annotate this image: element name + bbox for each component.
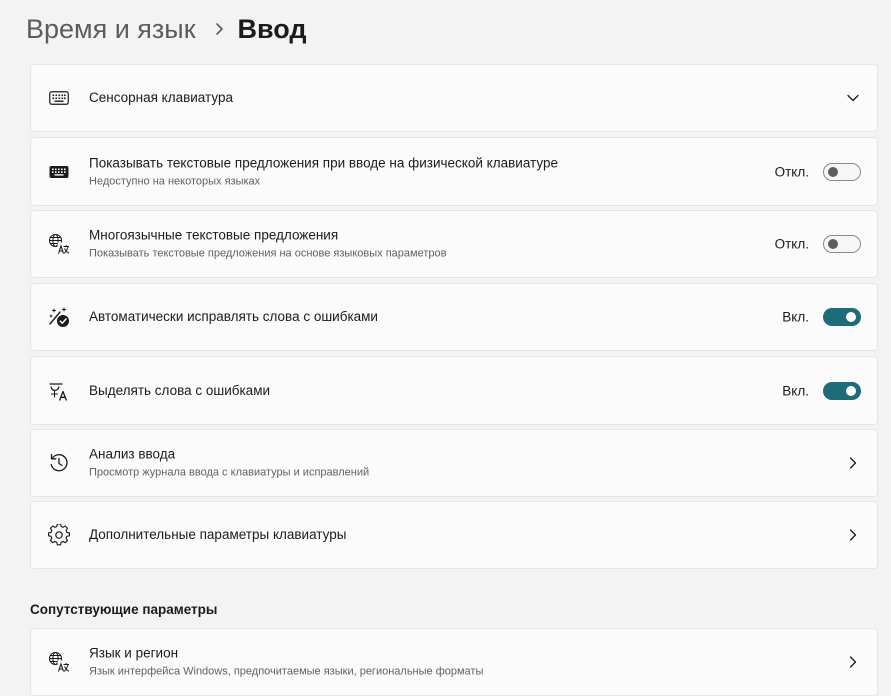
chevron-right-icon [214, 22, 224, 36]
highlight-misspelled-row: Выделять слова с ошибками Вкл. [30, 356, 878, 425]
row-subtitle: Язык интерфейса Windows, предпочитаемые … [89, 665, 484, 678]
row-title: Многоязычные текстовые предложения [89, 227, 339, 243]
spelling-highlight-icon [48, 380, 70, 402]
section-title: Сопутствующие параметры [30, 602, 218, 617]
breadcrumb-parent-link[interactable]: Время и язык [26, 14, 196, 45]
breadcrumb: Время и язык Ввод [26, 11, 307, 47]
row-subtitle: Просмотр журнала ввода с клавиатуры и ис… [89, 466, 370, 479]
text-suggestions-toggle[interactable] [823, 162, 861, 181]
multilingual-suggestions-row: Многоязычные текстовые предложения Показ… [30, 210, 878, 278]
touch-keyboard-row[interactable]: Сенсорная клавиатура [30, 64, 878, 132]
toggle-knob [828, 166, 838, 177]
toggle-state-label: Вкл. [782, 383, 809, 398]
toggle-state-label: Откл. [774, 236, 809, 252]
chevron-right-icon [847, 457, 859, 469]
autocorrect-toggle[interactable] [823, 308, 861, 326]
history-icon [48, 452, 70, 474]
row-subtitle: Недоступно на некоторых языках [89, 175, 261, 187]
chevron-right-icon [847, 656, 859, 668]
autocorrect-row: Автоматически исправлять слова с ошибкам… [30, 283, 878, 351]
language-icon [48, 233, 70, 255]
toggle-state-label: Вкл. [782, 309, 809, 325]
row-title: Язык и регион [89, 645, 179, 661]
language-icon [48, 651, 70, 673]
row-title: Показывать текстовые предложения при вво… [89, 155, 558, 170]
toggle-knob [846, 385, 856, 396]
row-title: Выделять слова с ошибками [89, 382, 271, 398]
row-title: Дополнительные параметры клавиатуры [89, 527, 347, 542]
gear-icon [48, 524, 70, 546]
keyboard-icon [48, 161, 70, 183]
row-subtitle: Показывать текстовые предложения на осно… [89, 247, 447, 260]
row-title: Автоматически исправлять слова с ошибкам… [89, 309, 378, 324]
toggle-knob [828, 239, 838, 249]
toggle-state-label: Откл. [774, 164, 809, 179]
chevron-right-icon [847, 529, 859, 541]
advanced-keyboard-settings-row[interactable]: Дополнительные параметры клавиатуры [30, 501, 878, 569]
language-region-row[interactable]: Язык и регион Язык интерфейса Windows, п… [30, 628, 878, 696]
text-suggestions-row: Показывать текстовые предложения при вво… [30, 137, 878, 206]
page-title: Ввод [237, 13, 307, 44]
toggle-knob [846, 312, 856, 322]
autocorrect-icon [48, 306, 70, 328]
typing-insights-row[interactable]: Анализ ввода Просмотр журнала ввода с кл… [30, 429, 878, 497]
row-title: Анализ ввода [89, 446, 176, 462]
highlight-misspelled-toggle[interactable] [823, 381, 861, 400]
touch-keyboard-icon [48, 87, 70, 109]
row-title: Сенсорная клавиатура [89, 90, 233, 105]
multilingual-suggestions-toggle[interactable] [823, 235, 861, 253]
chevron-down-icon[interactable] [847, 92, 859, 104]
